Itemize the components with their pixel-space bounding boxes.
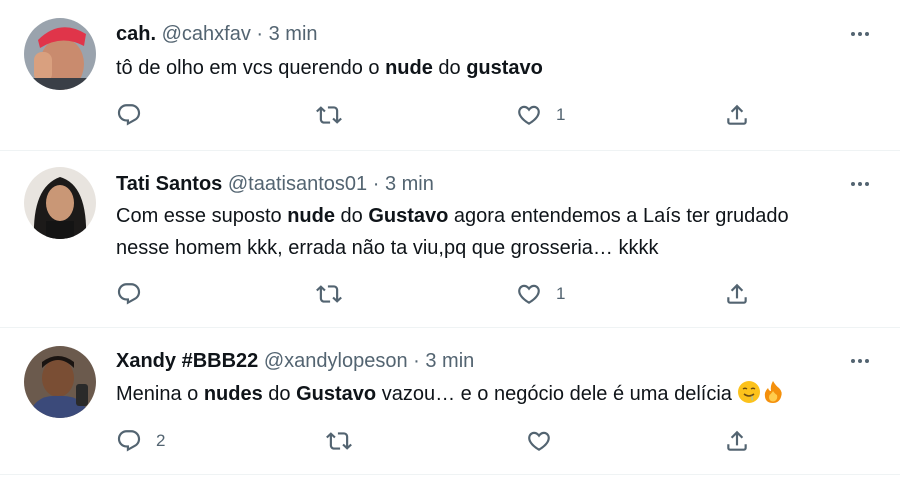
separator: · — [256, 23, 264, 45]
more-dot — [851, 359, 855, 363]
avatar[interactable] — [24, 18, 96, 90]
text-segment: nesse homem kkk, errada não ta viu,pq qu… — [116, 237, 659, 259]
share-button[interactable] — [724, 101, 750, 129]
like-button[interactable] — [526, 427, 552, 455]
retweet-icon — [316, 102, 342, 128]
share-button[interactable] — [724, 427, 750, 455]
text-segment: tô de olho em vcs querendo o — [116, 57, 386, 79]
text-segment: agora entendemos a Laís ter grudado — [448, 205, 789, 227]
tweet-header: cah. @cahxfav · 3 min — [116, 22, 318, 46]
like-count: 1 — [556, 284, 566, 303]
more-options-button[interactable] — [848, 22, 872, 46]
tweet-text: tô de olho em vcs querendo o nude do gus… — [116, 52, 876, 84]
like-count: 1 — [556, 105, 566, 124]
like-button[interactable]: 1 — [516, 280, 565, 308]
author-name[interactable]: Tati Santos — [116, 173, 222, 195]
reply-button[interactable]: 2 — [116, 427, 165, 455]
more-dot — [851, 32, 855, 36]
timestamp[interactable]: 3 min — [425, 350, 474, 372]
separator: · — [413, 350, 420, 372]
tweet-header: Xandy #BBB22 @xandylopeson · 3 min — [116, 349, 474, 373]
tweet[interactable]: Tati Santos @taatisantos01 · 3 min Com e… — [0, 151, 900, 327]
reply-icon — [116, 428, 142, 454]
author-handle[interactable]: @cahxfav — [162, 23, 251, 45]
author-handle[interactable]: @xandylopeson — [264, 350, 408, 372]
text-bold: nudes — [203, 383, 263, 405]
separator: · — [372, 173, 380, 195]
reply-icon — [116, 102, 142, 128]
tweet-header: Tati Santos @taatisantos01 · 3 min — [116, 172, 434, 196]
more-dot — [858, 182, 862, 186]
like-icon — [516, 102, 542, 128]
text-bold: gustavo — [466, 57, 543, 79]
divider — [0, 474, 900, 475]
like-icon — [516, 281, 542, 307]
author-name[interactable]: Xandy #BBB22 — [116, 350, 258, 372]
more-options-button[interactable] — [848, 172, 872, 196]
more-dot — [858, 359, 862, 363]
text-bold: nude — [287, 205, 335, 227]
text-bold: nude — [385, 57, 433, 79]
like-button[interactable]: 1 — [516, 101, 565, 129]
retweet-button[interactable] — [326, 427, 352, 455]
avatar[interactable] — [24, 346, 96, 418]
tweet[interactable]: Xandy #BBB22 @xandylopeson · 3 min Menin… — [0, 328, 900, 474]
share-icon — [724, 428, 750, 454]
more-dot — [865, 32, 869, 36]
reply-count: 2 — [156, 431, 166, 450]
like-icon — [526, 428, 552, 454]
tweet-timeline: cah. @cahxfav · 3 min tô de olho em vcs … — [0, 0, 900, 479]
retweet-button[interactable] — [316, 280, 342, 308]
tweet-text: Com esse suposto nude do Gustavo agora e… — [116, 200, 876, 264]
text-segment: do — [432, 57, 467, 79]
fire-emoji-icon — [765, 381, 783, 403]
timestamp[interactable]: 3 min — [269, 23, 318, 45]
author-name[interactable]: cah. — [116, 23, 156, 45]
more-options-button[interactable] — [848, 349, 872, 373]
tweet[interactable]: cah. @cahxfav · 3 min tô de olho em vcs … — [0, 0, 900, 150]
more-dot — [858, 32, 862, 36]
reply-button[interactable] — [116, 101, 142, 129]
drooling-face-emoji-icon — [738, 381, 761, 403]
tweet-text: Menina o nudes do Gustavo vazou… e o neg… — [116, 378, 876, 410]
text-segment: Menina o — [116, 383, 204, 405]
share-icon — [724, 102, 750, 128]
author-handle[interactable]: @taatisantos01 — [228, 173, 367, 195]
text-bold: Gustavo — [368, 205, 449, 227]
timestamp[interactable]: 3 min — [385, 173, 434, 195]
text-segment: do — [334, 205, 369, 227]
text-segment: do — [262, 383, 297, 405]
share-icon — [724, 281, 750, 307]
text-bold: Gustavo — [296, 383, 377, 405]
text-segment: vazou… e o negócio dele é uma delícia — [376, 383, 738, 405]
reply-button[interactable] — [116, 280, 142, 308]
retweet-icon — [326, 428, 352, 454]
reply-icon — [116, 281, 142, 307]
retweet-button[interactable] — [316, 101, 342, 129]
text-segment: Com esse suposto — [116, 205, 288, 227]
more-dot — [851, 182, 855, 186]
more-dot — [865, 182, 869, 186]
avatar[interactable] — [24, 167, 96, 239]
retweet-icon — [316, 281, 342, 307]
share-button[interactable] — [724, 280, 750, 308]
more-dot — [865, 359, 869, 363]
